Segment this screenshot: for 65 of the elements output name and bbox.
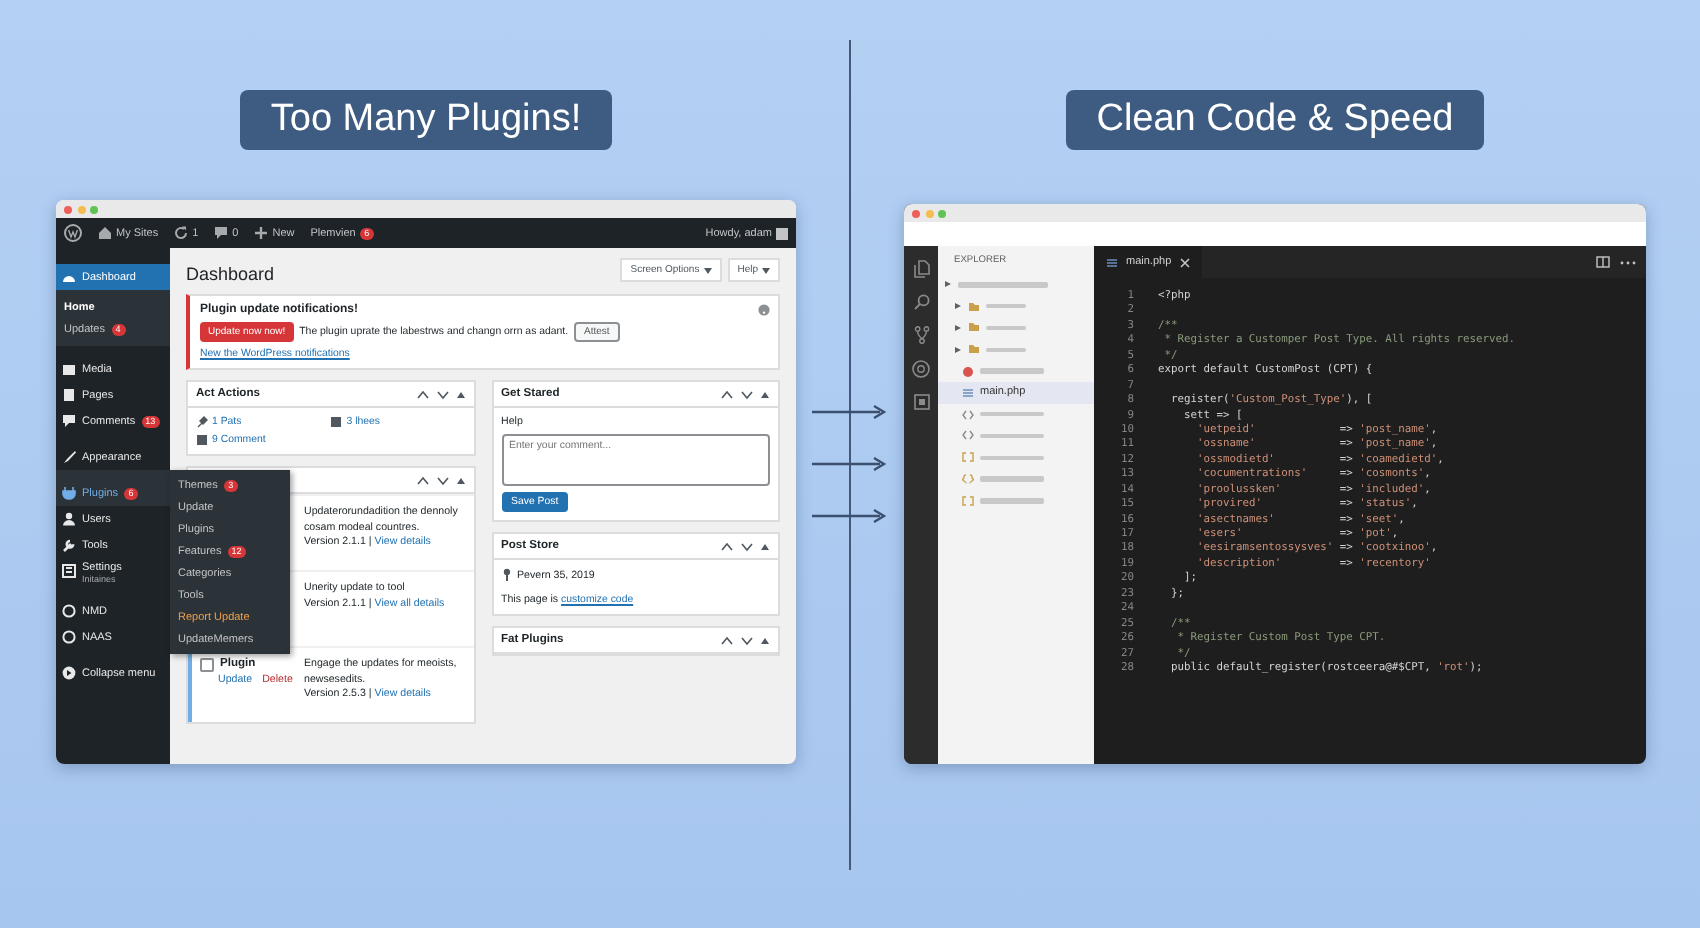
help-icon: [758, 304, 770, 316]
avatar-icon: [776, 227, 788, 239]
caret-icon: [954, 345, 962, 354]
angle-brackets-icon: [962, 430, 974, 441]
grid-icon: [913, 394, 929, 410]
wrench-icon: [62, 538, 76, 552]
page-icon: [62, 388, 76, 402]
square-brackets-icon: [962, 452, 974, 463]
chevron-up-icon: [720, 635, 734, 645]
caret-icon: [944, 280, 952, 289]
right-arrow: [812, 456, 888, 472]
brush-icon: [62, 450, 76, 464]
play-icon: [62, 666, 76, 680]
person-icon: [62, 512, 76, 526]
triangle-up-icon: [760, 389, 770, 399]
chevron-up-icon: [415, 389, 429, 399]
page-title: Dashboard: [186, 264, 275, 284]
caret-icon: [954, 302, 962, 311]
right-arrow: [812, 404, 888, 420]
circle-icon: [62, 630, 76, 644]
triangle-up-icon: [455, 475, 465, 485]
lines-icon: [962, 387, 974, 398]
split-editor-icon: [1596, 256, 1610, 268]
curly-brackets-icon: [962, 474, 974, 485]
square-brackets-icon: [962, 495, 974, 506]
circle-icon: [62, 604, 76, 618]
speech-bubble-icon: [62, 414, 76, 428]
wordpress-logo-icon: [64, 224, 82, 242]
pin-icon: [196, 416, 208, 428]
caret-icon: [762, 267, 770, 273]
triangle-up-icon: [455, 389, 465, 399]
chevron-down-icon: [740, 389, 754, 399]
stack-icon: [196, 434, 208, 446]
close-icon: [1179, 257, 1190, 267]
extensions-icon: [912, 360, 930, 378]
toolbar-item[interactable]: [64, 224, 82, 242]
chevron-down-icon: [435, 389, 449, 399]
triangle-up-icon: [760, 635, 770, 645]
caret-icon: [954, 323, 962, 332]
angle-brackets-icon: [962, 409, 974, 420]
chevron-down-icon: [740, 635, 754, 645]
search-icon: [913, 294, 929, 310]
branch-icon: [913, 326, 929, 344]
plug-icon: [62, 486, 76, 500]
checkbox[interactable]: [200, 658, 214, 673]
chevron-down-icon: [740, 541, 754, 551]
chevron-up-icon: [415, 475, 429, 485]
plus-icon: [254, 226, 269, 240]
house-icon: [98, 226, 112, 240]
chevron-down-icon: [435, 475, 449, 485]
more-icon: [1620, 259, 1636, 265]
section-heading: Too Many Plugins!: [240, 90, 612, 150]
caret-icon: [703, 267, 712, 273]
triangle-up-icon: [760, 541, 770, 551]
gauge-icon: [62, 270, 76, 284]
pin-icon: [501, 568, 511, 582]
right-arrow: [812, 508, 888, 524]
chevron-up-icon: [720, 389, 734, 399]
section-heading: Clean Code & Speed: [1066, 90, 1484, 150]
speech-bubble-icon: [214, 226, 229, 240]
files-icon: [913, 260, 929, 278]
refresh-icon: [174, 226, 189, 240]
stack-icon: [330, 416, 343, 428]
chevron-up-icon: [720, 541, 734, 551]
lines-icon: [1106, 257, 1118, 267]
